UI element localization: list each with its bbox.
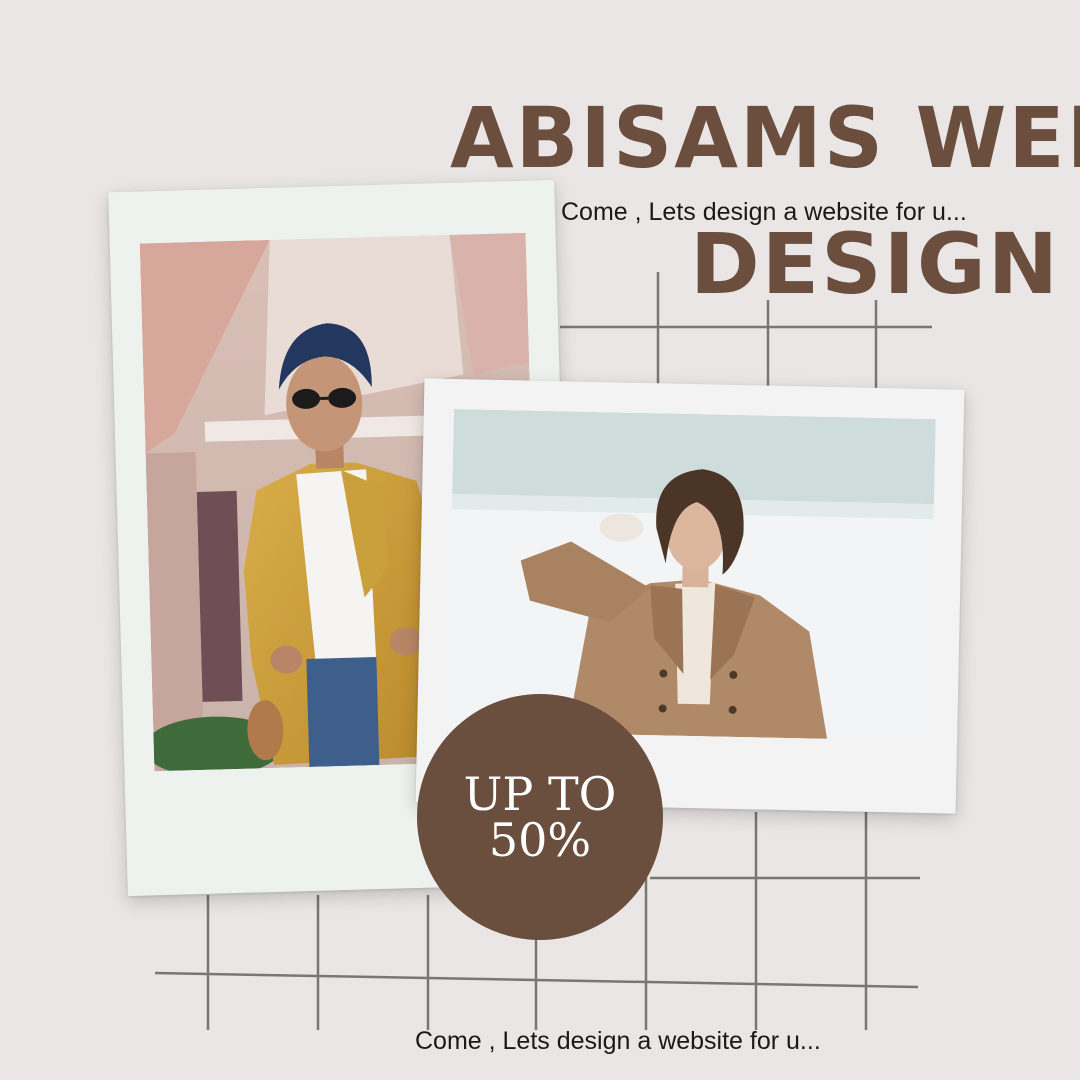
photo-woman-trench-coat [447, 409, 936, 742]
headline-line-2: DESIGN [690, 215, 1061, 313]
tagline-bottom: Come , Lets design a website for u... [415, 1027, 821, 1055]
discount-badge: UP TO 50% [417, 694, 663, 940]
promo-canvas: ABISAMS WEB Come , Lets design a website… [0, 0, 1080, 1080]
badge-line-1: UP TO [463, 767, 617, 821]
headline-line-1: ABISAMS WEB [450, 89, 1080, 187]
badge-line-2: 50% [488, 813, 592, 867]
